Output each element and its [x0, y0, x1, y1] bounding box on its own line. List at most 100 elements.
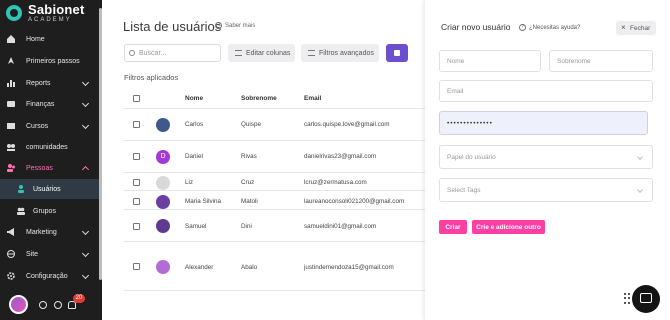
question-icon: ?	[215, 22, 222, 29]
group-icon	[17, 207, 25, 215]
community-icon	[7, 144, 15, 151]
create-and-add-another-button[interactable]: Crie e adicione outro	[472, 220, 545, 234]
sidebar-item-label: Finanças	[26, 100, 55, 108]
globe-icon	[7, 250, 15, 258]
settings-icon[interactable]	[39, 301, 47, 309]
help-link[interactable]: ? Saber mais	[215, 22, 255, 29]
row-checkbox[interactable]	[133, 198, 140, 205]
sidebar-item-grupos[interactable]: Grupos	[0, 201, 100, 221]
cell-nome[interactable]: Daniel	[185, 153, 203, 160]
gear-icon	[7, 272, 15, 280]
row-checkbox[interactable]	[133, 179, 140, 186]
sidebar-scrollbar[interactable]	[99, 8, 102, 280]
search-placeholder: Buscar...	[139, 49, 167, 57]
sidebar-item-pessoas[interactable]: Pessoas	[0, 158, 100, 178]
panel-title: Criar novo usuário	[441, 22, 511, 32]
search-input[interactable]: Buscar...	[124, 44, 221, 62]
row-checkbox[interactable]	[133, 153, 140, 160]
column-header-nome[interactable]: Nome	[185, 95, 203, 102]
cell-nome[interactable]: Carlos	[185, 121, 203, 128]
chevron-down-icon	[81, 121, 90, 130]
question-icon: ?	[519, 24, 526, 31]
divider	[124, 290, 426, 291]
last-name-field[interactable]: Sobrenome	[549, 50, 653, 72]
password-field[interactable]: ••••••••••••••	[439, 111, 648, 135]
close-label: Fechar	[630, 24, 651, 32]
divider	[124, 209, 426, 210]
chat-button[interactable]	[632, 285, 660, 313]
avatar: D	[156, 150, 170, 164]
chart-icon	[7, 80, 15, 87]
cell-nome[interactable]: Maria Silvina	[185, 198, 221, 205]
sidebar-item-label: Configuração	[26, 272, 68, 280]
sidebar-item-cursos[interactable]: Cursos	[0, 116, 100, 136]
sidebar-item-label: Marketing	[26, 228, 57, 236]
cell-email: justindemendoza15@gmail.com	[304, 264, 394, 271]
row-checkbox[interactable]	[133, 223, 140, 230]
cell-email: danielrivas23@gmail.com	[304, 153, 377, 160]
divider	[124, 108, 426, 109]
panel-help-link[interactable]: ? ¿Necesitas ayuda?	[519, 24, 580, 31]
cell-sobrenome: Matoli	[241, 198, 258, 205]
sidebar-item-label: Site	[26, 250, 39, 258]
avatar	[156, 118, 170, 132]
chevron-down-icon	[81, 249, 90, 258]
wallet-icon	[7, 101, 15, 107]
logo[interactable]: Sabionet ACADEMY	[6, 3, 85, 23]
avatar	[156, 219, 170, 233]
logo-tagline: ACADEMY	[28, 17, 72, 23]
row-checkbox[interactable]	[133, 263, 140, 270]
divider	[124, 140, 426, 141]
columns-icon	[235, 50, 242, 56]
sidebar-item-home[interactable]: Home	[0, 29, 100, 49]
sidebar-item-primeiros-passos[interactable]: Primeiros passos	[0, 51, 100, 71]
notification-badge: 20	[73, 294, 85, 303]
sidebar-item-marketing[interactable]: Marketing	[0, 222, 100, 242]
chevron-down-icon	[81, 227, 90, 236]
close-icon: ×	[621, 23, 626, 32]
first-name-placeholder: Nome	[447, 57, 465, 65]
divider	[124, 241, 426, 242]
sidebar-item-reports[interactable]: Reports	[0, 73, 100, 93]
cell-nome[interactable]: Liz	[185, 179, 193, 186]
create-button[interactable]: Criar	[439, 220, 467, 234]
sidebar-item-label: Home	[26, 35, 45, 43]
first-name-field[interactable]: Nome	[439, 50, 541, 72]
role-select[interactable]: Papel do usuário	[439, 145, 653, 169]
cell-nome[interactable]: Samuel	[185, 223, 206, 230]
row-checkbox[interactable]	[133, 121, 140, 128]
chevron-up-icon	[81, 165, 90, 174]
sidebar-item-configuracao[interactable]: Configuração	[0, 266, 100, 286]
select-all-checkbox[interactable]	[133, 95, 140, 102]
tags-select[interactable]: Select Tags	[439, 178, 653, 202]
cell-sobrenome: Dini	[241, 223, 252, 230]
logo-icon	[6, 5, 22, 21]
column-header-email[interactable]: Email	[304, 95, 321, 102]
logo-name: Sabionet	[28, 2, 85, 17]
sidebar-item-comunidades[interactable]: comunidades	[0, 137, 100, 157]
email-field[interactable]: Email	[439, 80, 653, 102]
page-title: Lista de usuários	[123, 19, 222, 34]
sidebar-item-site[interactable]: Site	[0, 244, 100, 264]
avatar[interactable]	[9, 295, 28, 314]
sidebar-item-usuarios[interactable]: Usuários	[0, 179, 100, 199]
sidebar-item-label: comunidades	[26, 143, 68, 151]
cell-email: carlos.quispe.love@gmail.com	[304, 121, 390, 128]
cell-sobrenome: Abalo	[241, 264, 258, 271]
sidebar-item-financas[interactable]: Finanças	[0, 94, 100, 114]
cell-sobrenome: Cruz	[241, 179, 255, 186]
avatar	[156, 176, 170, 190]
bulb-icon[interactable]	[54, 301, 62, 309]
apps-grid-icon[interactable]	[624, 293, 631, 305]
save-button[interactable]	[386, 44, 408, 62]
column-header-sobrenome[interactable]: Sobrenome	[241, 95, 277, 102]
edit-columns-button[interactable]: Editar colunas	[228, 44, 295, 62]
cell-nome[interactable]: Alexander	[185, 264, 213, 271]
tags-placeholder: Select Tags	[447, 186, 481, 194]
advanced-filters-button[interactable]: Filtros avançados	[301, 44, 379, 62]
chevron-down-icon	[637, 154, 643, 160]
sidebar-item-label: Reports	[26, 79, 51, 87]
sidebar-item-label: Cursos	[26, 122, 49, 130]
cell-email: lcruz@zermatusa.com	[304, 179, 367, 186]
close-button[interactable]: × Fechar	[616, 21, 656, 35]
